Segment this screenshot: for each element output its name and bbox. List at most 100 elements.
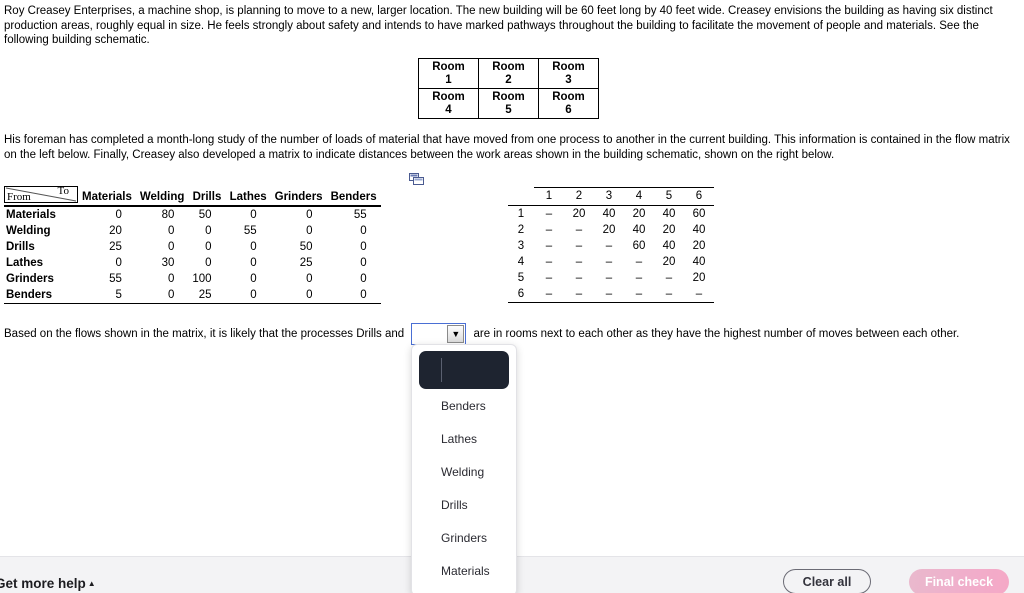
flow-cell: 0 (360, 225, 367, 237)
flow-cell: 55 (109, 273, 122, 285)
distance-cell: 40 (662, 208, 676, 220)
flow-col-welding: Welding (135, 186, 189, 207)
distance-col-2: 2 (564, 187, 594, 206)
flow-cell: 0 (306, 273, 313, 285)
table-row: Drills 25 0 0 0 50 0 (4, 239, 381, 255)
distance-cell: – (635, 272, 643, 284)
dropdown-option-blank[interactable] (419, 351, 509, 389)
table-row: Welding 20 0 0 55 0 0 (4, 223, 381, 239)
distance-cell: – (635, 256, 643, 268)
to-label: To (57, 185, 69, 197)
copy-icon[interactable] (409, 173, 425, 186)
distance-matrix-table: 1 2 3 4 5 6 1 – 20 40 20 40 60 2 – – 20 … (508, 187, 714, 303)
table-row: Benders 5 0 25 0 0 0 (4, 287, 381, 304)
table-row: 4 – – – – 20 40 (508, 254, 714, 270)
distance-cell: 20 (692, 240, 706, 252)
dropdown-option-label: Benders (441, 398, 486, 413)
distance-cell: 40 (692, 224, 706, 236)
dropdown-option-label: Grinders (441, 530, 488, 545)
distance-cell: – (545, 208, 553, 220)
distance-cell: 40 (662, 240, 676, 252)
question-page: Roy Creasey Enterprises, a machine shop,… (0, 0, 1024, 593)
distance-col-3: 3 (594, 187, 624, 206)
distance-cell: 60 (692, 208, 706, 220)
distance-cell: – (605, 240, 613, 252)
flow-cell: 50 (198, 209, 212, 221)
flow-matrix-paragraph: His foreman has completed a month-long s… (4, 134, 1010, 161)
process-dropdown-list[interactable]: Benders Lathes Welding Drills Grinders M… (411, 344, 517, 593)
distance-row-label: 3 (517, 240, 525, 252)
dropdown-option-lathes[interactable]: Lathes (419, 422, 509, 455)
process-select[interactable]: ▼ (411, 323, 467, 345)
flow-cell: 80 (161, 209, 175, 221)
flow-col-materials: Materials (78, 186, 136, 207)
dropdown-option-drills[interactable]: Drills (419, 488, 509, 521)
flow-cell: 0 (306, 225, 313, 237)
flow-cell: 0 (306, 209, 313, 221)
table-row: 6 – – – – – – (508, 286, 714, 303)
schematic-room-2: Room 2 (478, 58, 539, 89)
distance-cell: 20 (602, 224, 616, 236)
dropdown-option-label: Materials (441, 563, 490, 578)
flow-cell: 0 (167, 225, 175, 237)
flow-cell: 0 (225, 287, 271, 304)
distance-row-label: 5 (517, 272, 525, 284)
distance-row-label: 1 (517, 208, 525, 220)
room-number: 6 (565, 103, 572, 116)
distance-cell: – (575, 224, 583, 236)
flow-cell: 0 (270, 287, 327, 304)
flow-cell: 0 (135, 287, 189, 304)
intro-paragraph: Roy Creasey Enterprises, a machine shop,… (4, 5, 993, 46)
flow-matrix-header-row: From To Materials Welding Drills Lathes … (4, 185, 381, 207)
dropdown-option-label: Drills (441, 497, 468, 512)
flow-cell: 0 (360, 273, 367, 285)
distance-cell: – (624, 286, 654, 303)
distance-col-5: 5 (654, 187, 684, 206)
flow-cell: 0 (250, 257, 257, 269)
distance-cell: 40 (692, 256, 706, 268)
get-more-help-button[interactable]: Get more help ▲ (0, 576, 96, 591)
distance-col-4: 4 (624, 187, 654, 206)
flow-cell: 0 (115, 257, 122, 269)
schematic-row: Room 1 Room 2 Room 3 (418, 58, 599, 89)
clear-all-button[interactable]: Clear all (783, 569, 871, 593)
distance-cell: – (684, 286, 714, 303)
flow-col-drills: Drills (188, 186, 226, 207)
flow-cell: 25 (109, 241, 122, 253)
room-label: Room (552, 91, 585, 103)
flow-cell: 0 (205, 225, 212, 237)
dropdown-option-materials[interactable]: Materials (419, 554, 509, 587)
dropdown-option-label: Lathes (441, 431, 478, 446)
distance-cell: 40 (632, 224, 646, 236)
distance-col-6: 6 (684, 187, 714, 206)
distance-cell: – (575, 256, 583, 268)
building-schematic-table: Room 1 Room 2 Room 3 Room 4 Room 5 Room … (418, 58, 599, 119)
flow-row-label: Welding (6, 225, 51, 237)
room-number: 2 (505, 73, 512, 86)
table-row: Grinders 55 0 100 0 0 0 (4, 271, 381, 287)
flow-matrix-table: From To Materials Welding Drills Lathes … (4, 185, 381, 304)
dropdown-option-grinders[interactable]: Grinders (419, 521, 509, 554)
room-number: 1 (445, 73, 452, 86)
dropdown-option-welding[interactable]: Welding (419, 455, 509, 488)
final-check-button[interactable]: Final check (909, 569, 1009, 593)
dropdown-option-benders[interactable]: Benders (419, 389, 509, 422)
flow-cell: 0 (326, 287, 381, 304)
table-row: Materials 0 80 50 0 0 55 (4, 206, 381, 223)
distance-cell: – (654, 286, 684, 303)
table-row: 5 – – – – – 20 (508, 270, 714, 286)
flow-cell: 0 (360, 257, 367, 269)
flow-cell: 0 (250, 241, 257, 253)
flow-cell: 50 (299, 241, 313, 253)
room-label: Room (492, 91, 525, 103)
schematic-room-3: Room 3 (538, 58, 599, 89)
distance-cell: 20 (572, 208, 586, 220)
flow-cell: 20 (109, 225, 122, 237)
flow-cell: 0 (205, 257, 212, 269)
distance-cell: – (665, 272, 673, 284)
flow-col-benders: Benders (326, 186, 381, 207)
room-label: Room (432, 91, 465, 103)
flow-cell: 55 (353, 209, 367, 221)
distance-cell: – (545, 256, 553, 268)
chevron-down-icon[interactable]: ▼ (447, 325, 465, 343)
